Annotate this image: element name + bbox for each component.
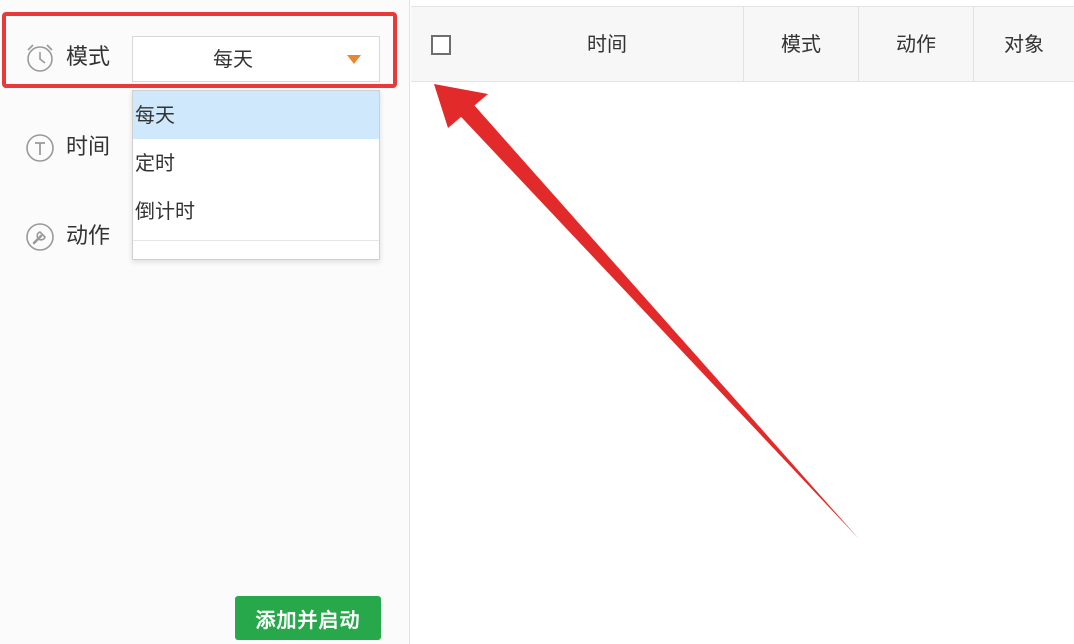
column-header-target[interactable]: 对象: [974, 7, 1074, 81]
action-label: 动作: [66, 224, 111, 249]
mode-option-countdown[interactable]: 倒计时: [133, 187, 379, 235]
column-header-time[interactable]: 时间: [471, 7, 743, 81]
select-all-checkbox[interactable]: [431, 35, 451, 55]
column-header-action[interactable]: 动作: [859, 7, 973, 81]
highlight-frame: [2, 12, 397, 88]
task-table: 时间 模式 动作 对象: [411, 0, 1074, 644]
mode-dropdown-list: 每天 定时 倒计时: [132, 90, 380, 260]
timer-icon: [24, 132, 56, 164]
task-scheduler-window: 模式 每天 时间 动作 每天 定时 倒计时 添加并启动 时间 模式 动作 对象: [0, 0, 1074, 644]
table-header: 时间 模式 动作 对象: [411, 6, 1074, 82]
obscured-select-border: [133, 240, 379, 241]
column-header-mode[interactable]: 模式: [744, 7, 858, 81]
mode-option-daily[interactable]: 每天: [133, 91, 379, 139]
task-form-panel: 模式 每天 时间 动作 每天 定时 倒计时 添加并启动: [0, 0, 410, 644]
add-and-start-button[interactable]: 添加并启动: [235, 596, 381, 640]
mode-option-scheduled[interactable]: 定时: [133, 139, 379, 187]
time-label: 时间: [66, 135, 111, 160]
wrench-icon: [24, 221, 56, 253]
